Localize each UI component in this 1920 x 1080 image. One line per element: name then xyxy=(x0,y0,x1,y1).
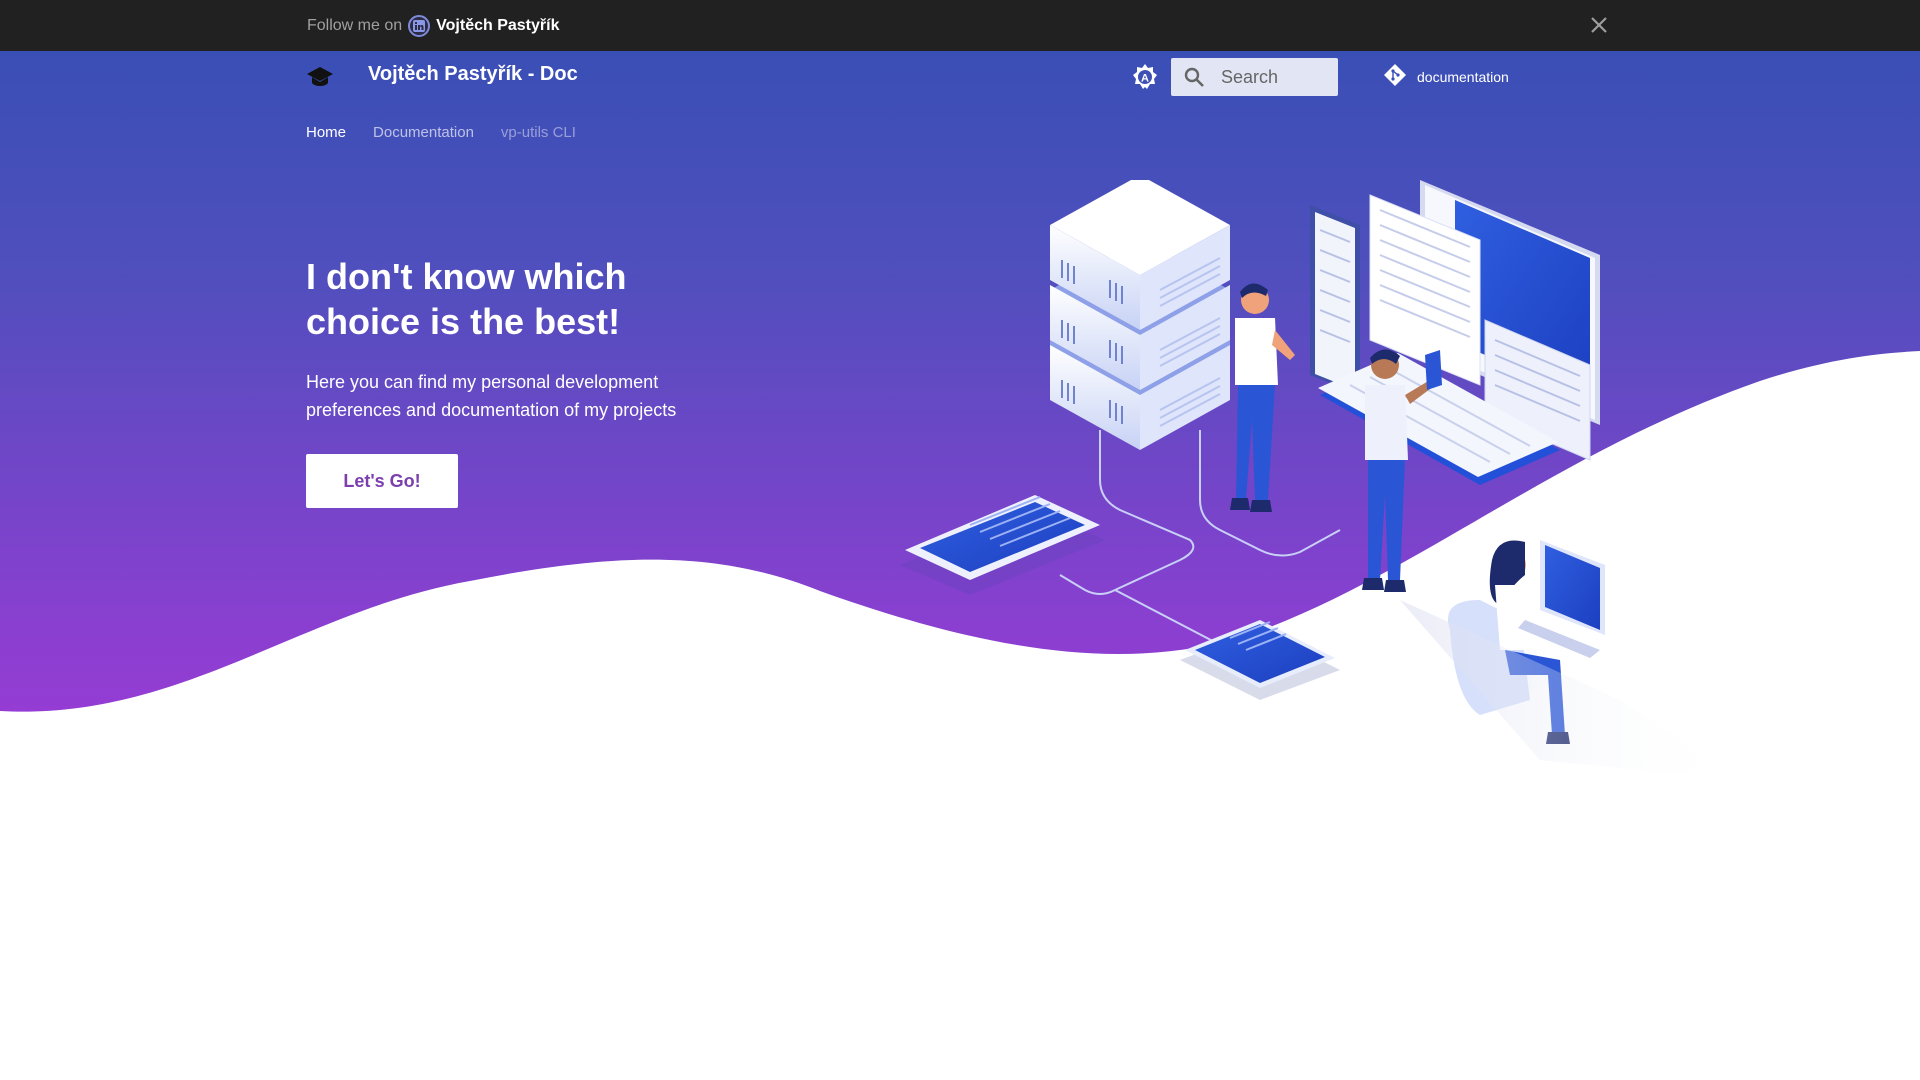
hero-headline: I don't know which choice is the best! xyxy=(306,256,627,342)
repo-label: documentation xyxy=(1417,68,1509,85)
search-icon xyxy=(1183,66,1205,88)
site-header xyxy=(0,51,1920,111)
git-icon xyxy=(1383,63,1407,90)
announcement-link[interactable]: Vojtěch Pastyřík xyxy=(436,17,559,35)
tab-documentation[interactable]: Documentation xyxy=(373,124,474,141)
close-icon[interactable] xyxy=(1588,14,1610,36)
announcement-prefix: Follow me on xyxy=(307,16,403,34)
svg-text:A: A xyxy=(1141,73,1149,85)
search-input[interactable] xyxy=(1219,65,1333,89)
tab-home[interactable]: Home xyxy=(306,124,346,141)
hero-illustration xyxy=(900,180,1740,780)
announcement-bar: Follow me on Vojtěch Pastyřík xyxy=(0,0,1920,51)
hero-subtext: Here you can find my personal developmen… xyxy=(306,372,677,420)
tab-vp-utils-cli[interactable]: vp-utils CLI xyxy=(501,124,576,141)
graduation-cap-icon[interactable] xyxy=(306,65,334,91)
lets-go-button[interactable]: Let's Go! xyxy=(306,454,458,508)
brightness-auto-icon[interactable]: A xyxy=(1132,63,1158,91)
repo-link[interactable]: documentation xyxy=(1383,63,1509,90)
site-title[interactable]: Vojtěch Pastyřík - Doc xyxy=(368,63,578,86)
nav-tabs: Home Documentation vp-utils CLI xyxy=(306,124,576,141)
search-box[interactable] xyxy=(1171,58,1338,96)
linkedin-icon[interactable] xyxy=(408,14,431,37)
